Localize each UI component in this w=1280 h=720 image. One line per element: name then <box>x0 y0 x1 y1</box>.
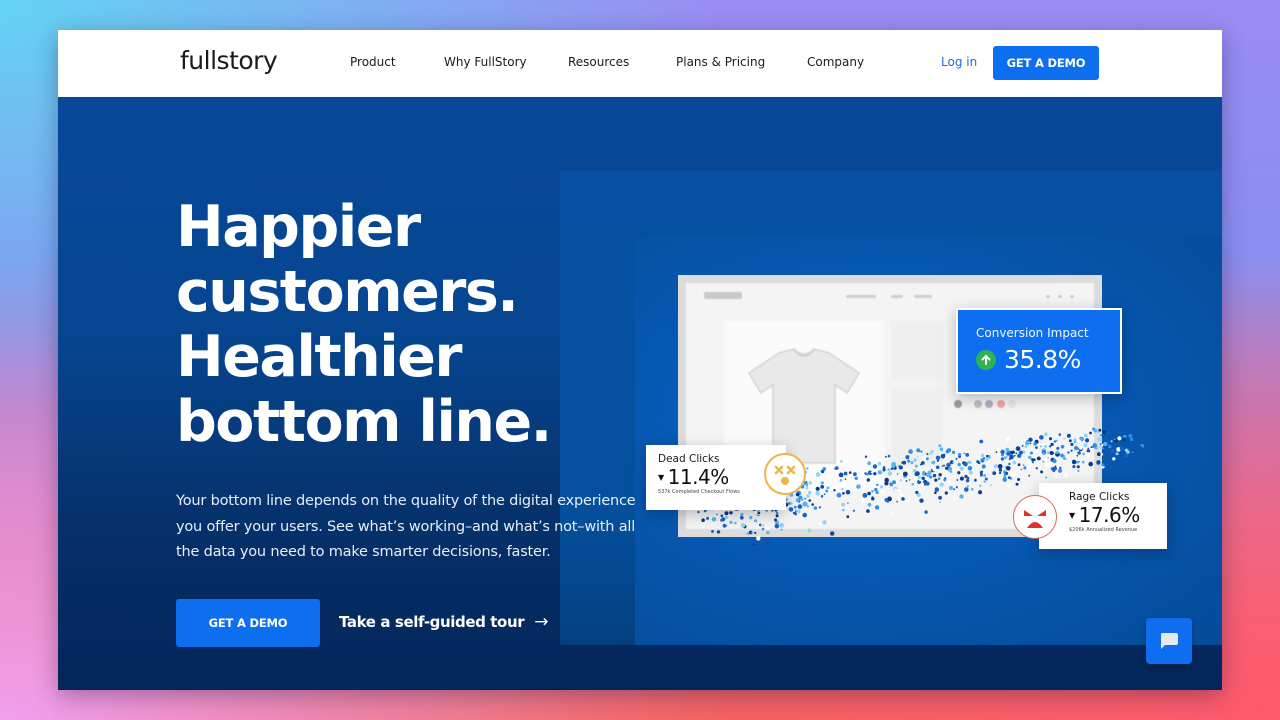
nav-link-company[interactable]: Company <box>807 55 864 69</box>
top-navigation: fullstory Product Why FullStory Resource… <box>58 30 1222 97</box>
browser-frame: fullstory Product Why FullStory Resource… <box>58 30 1222 690</box>
tour-link-label: Take a self-guided tour <box>339 613 525 631</box>
dead-clicks-note: 537k Completed Checkout Flows <box>658 489 740 495</box>
dead-clicks-value: 11.4% <box>667 465 730 489</box>
hero-section: Happier customers. Healthier bottom line… <box>58 97 1222 690</box>
nav-link-why-fullstory[interactable]: Why FullStory <box>444 55 527 69</box>
hero-headline: Happier customers. Healthier bottom line… <box>176 195 596 455</box>
mock-nav-item <box>1070 295 1074 298</box>
get-demo-button-hero[interactable]: GET A DEMO <box>176 599 320 647</box>
mock-nav-item <box>914 295 932 298</box>
product-thumbnail <box>891 321 943 381</box>
color-swatch <box>997 400 1005 408</box>
headline-line: Healthier <box>176 324 463 390</box>
headline-line: Happier <box>176 194 421 260</box>
arrow-up-circle-icon <box>976 349 996 370</box>
headline-line: customers. <box>176 259 519 325</box>
mock-nav-item <box>891 295 903 298</box>
mock-nav-item <box>1046 295 1050 298</box>
arrow-right-icon: → <box>534 612 549 632</box>
nav-link-product[interactable]: Product <box>350 55 396 69</box>
mock-nav-item <box>1058 295 1062 298</box>
nav-link-plans-pricing[interactable]: Plans & Pricing <box>676 55 765 69</box>
chat-button[interactable] <box>1146 618 1192 664</box>
nav-link-resources[interactable]: Resources <box>568 55 629 69</box>
caret-down-icon: ▼ <box>1069 510 1075 520</box>
color-swatch <box>1008 400 1016 408</box>
self-guided-tour-link[interactable]: Take a self-guided tour → <box>339 612 549 632</box>
hero-subtext: Your bottom line depends on the quality … <box>176 493 636 560</box>
rage-clicks-value: 17.6% <box>1078 503 1141 527</box>
mock-brand-logo <box>704 292 742 299</box>
color-swatch <box>974 400 982 408</box>
caret-down-icon: ▼ <box>658 472 664 482</box>
angry-face-icon <box>1013 495 1057 539</box>
chat-bubble-icon <box>1161 633 1178 649</box>
color-swatch <box>985 400 993 408</box>
rage-clicks-title: Rage Clicks <box>1069 491 1130 503</box>
login-link[interactable]: Log in <box>941 55 977 69</box>
conversion-impact-title: Conversion Impact <box>976 326 1089 340</box>
color-swatch <box>954 400 962 408</box>
rage-clicks-card: Rage Clicks ▼ 17.6% $206k Annualized Rev… <box>1039 483 1167 549</box>
dizzy-face-icon <box>764 453 806 495</box>
conversion-impact-card: Conversion Impact 35.8% <box>956 308 1122 394</box>
product-thumbnail <box>891 387 943 467</box>
conversion-impact-value: 35.8% <box>1004 345 1081 374</box>
fullstory-logo[interactable]: fullstory <box>180 46 278 75</box>
mock-nav-item <box>846 295 876 298</box>
headline-line: bottom line. <box>176 389 552 455</box>
rage-clicks-note: $206k Annualized Revenue <box>1069 527 1138 533</box>
get-demo-button-nav[interactable]: GET A DEMO <box>993 46 1099 80</box>
